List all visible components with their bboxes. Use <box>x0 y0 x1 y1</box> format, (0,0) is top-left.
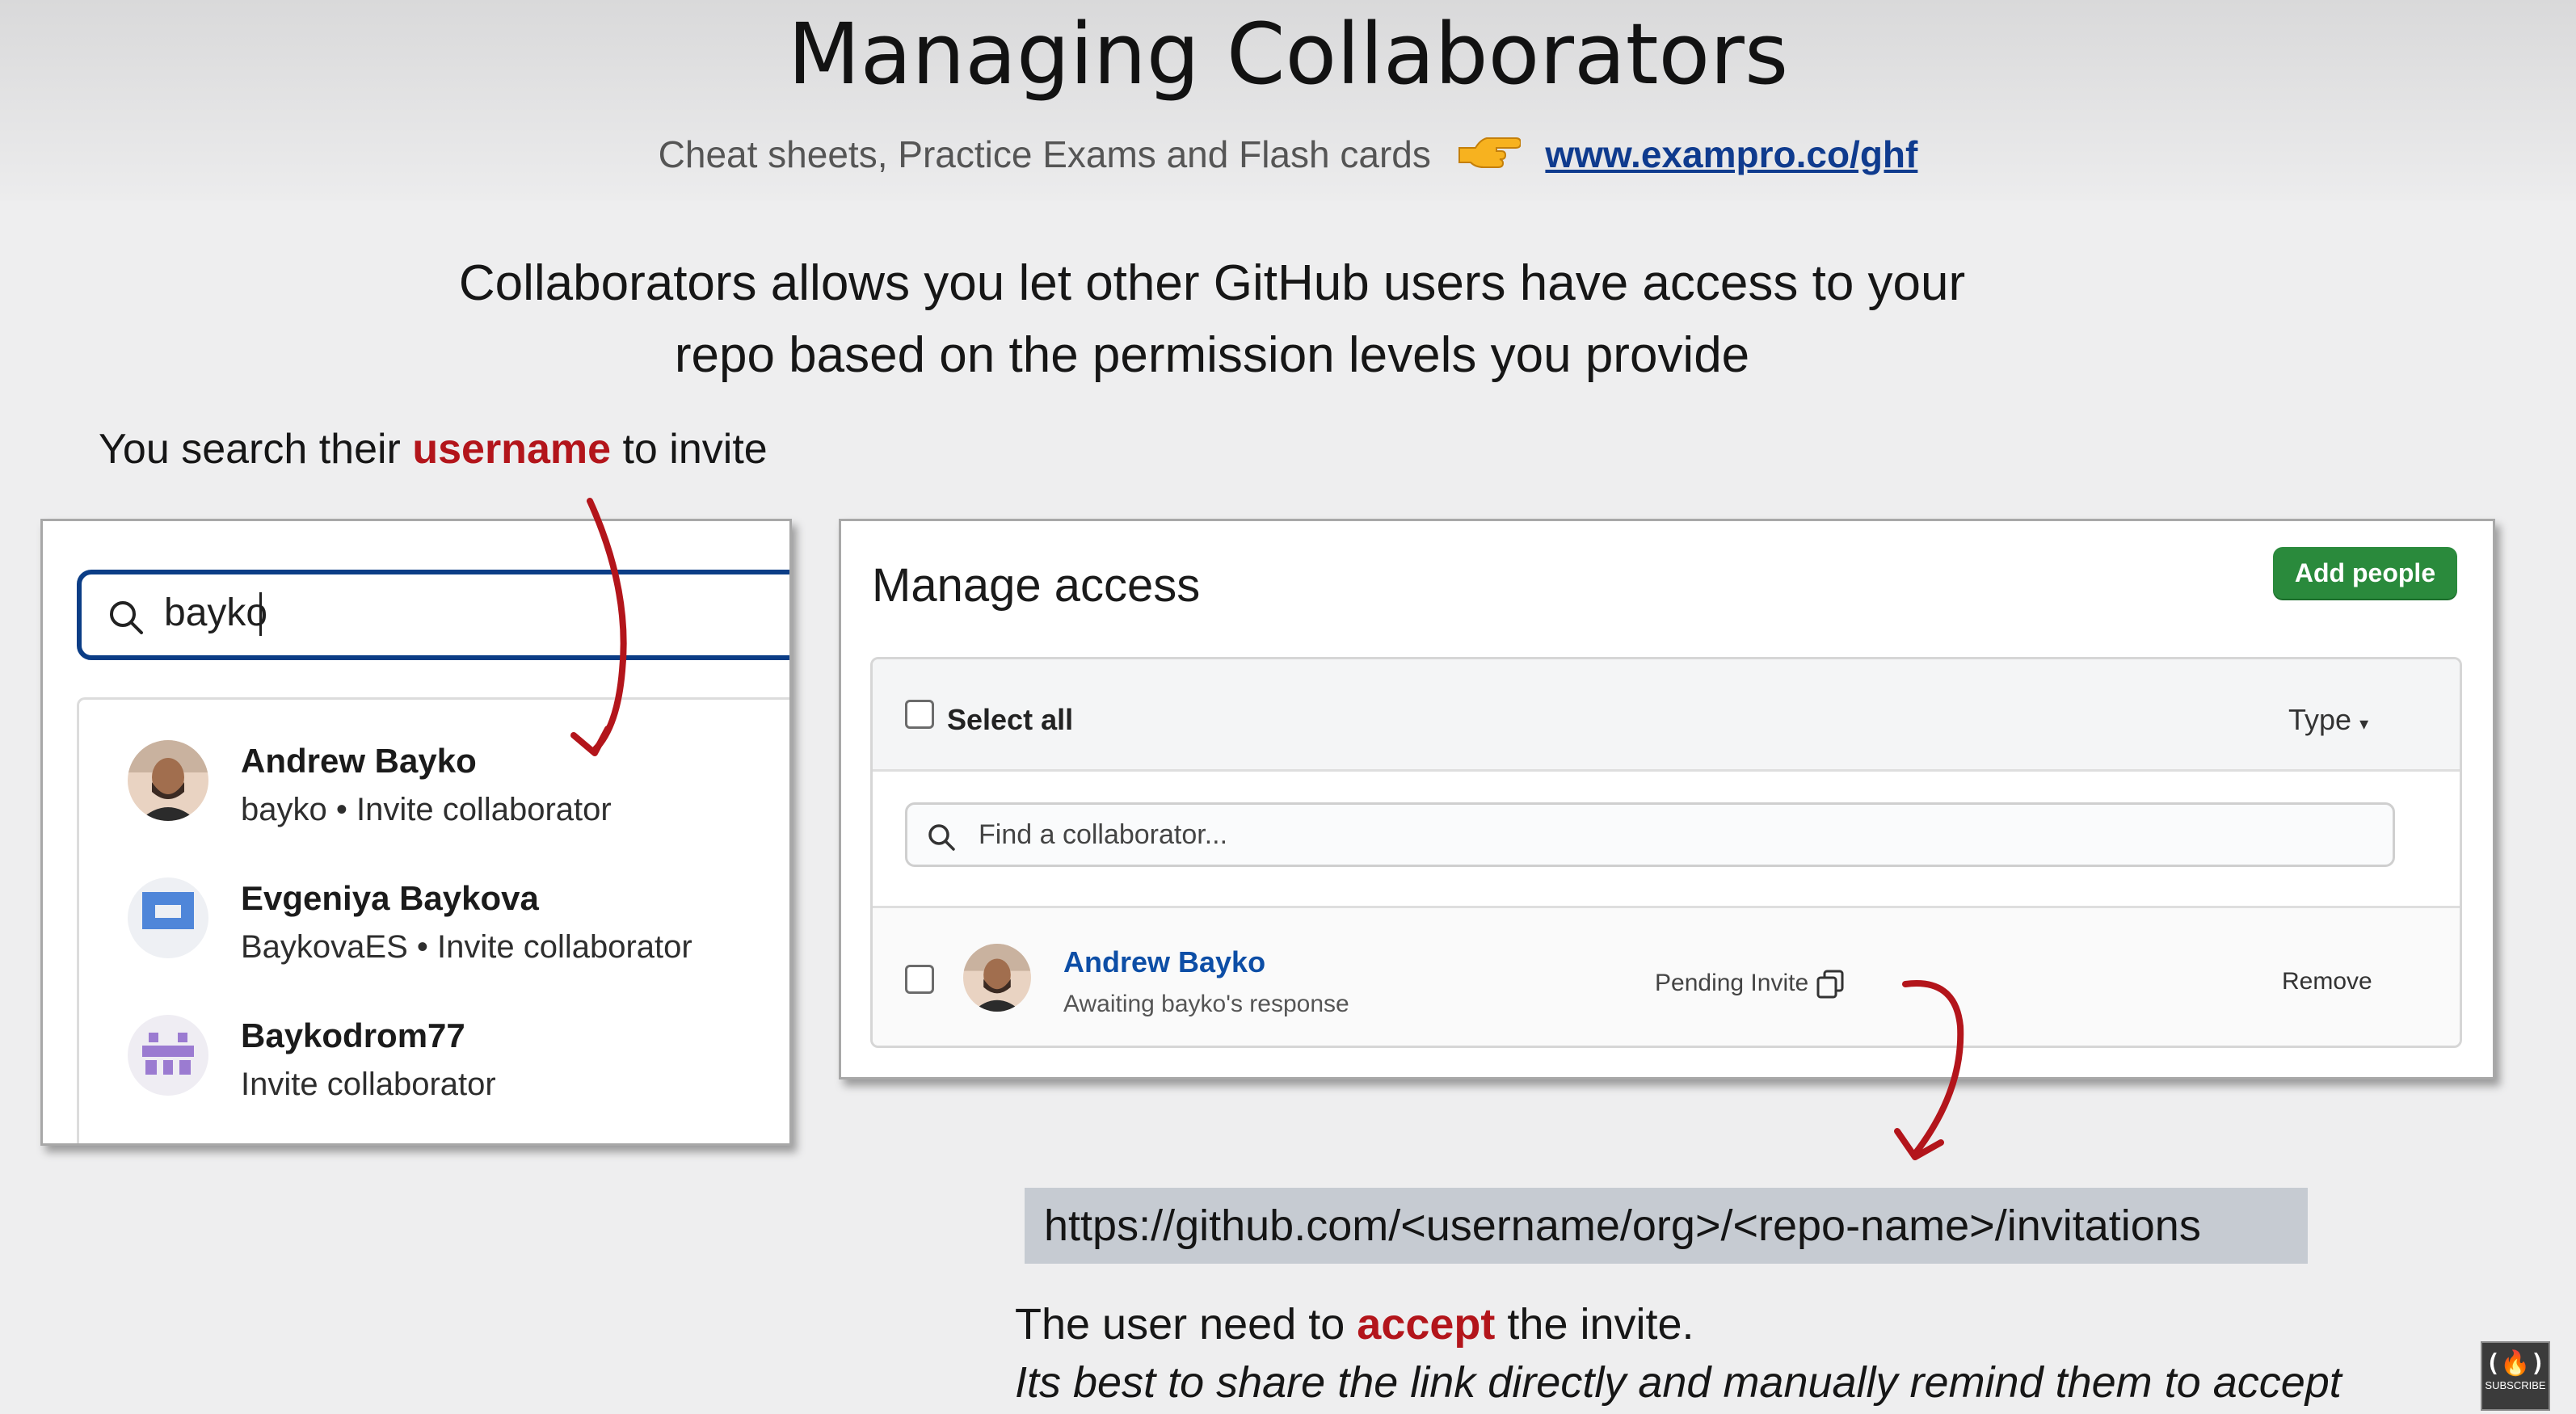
add-people-button[interactable]: Add people <box>2273 547 2457 599</box>
type-filter-label: Type <box>2288 703 2352 736</box>
accept-before: The user need to <box>1015 1300 1345 1349</box>
search-query: bayko <box>164 591 268 634</box>
result-subtext: BaykovaES • Invite collaborator <box>241 929 692 965</box>
lead-text: Collaborators allows you let other GitHu… <box>0 247 2424 391</box>
blue-identicon <box>128 877 208 958</box>
subtitle-link[interactable]: www.exampro.co/ghf <box>1545 133 1917 175</box>
collaborator-avatar <box>963 944 1031 1012</box>
collaborator-status-text: Awaiting bayko's response <box>1063 991 1349 1017</box>
search-caption-before: You search their <box>99 426 401 473</box>
select-all-label: Select all <box>947 703 1074 736</box>
logo-caption: SUBSCRIBE <box>2485 1379 2546 1391</box>
search-icon <box>110 601 143 634</box>
result-name: Baykodrom77 <box>241 1016 465 1054</box>
result-name: Andrew Bayko <box>241 742 477 780</box>
collaborator-name-link[interactable]: Andrew Bayko <box>1063 945 1265 979</box>
accept-after: the invite. <box>1507 1300 1694 1349</box>
collaborator-row: Andrew Bayko Awaiting bayko's response P… <box>873 908 2460 1046</box>
accept-instruction: The user need to accept the invite. <box>1015 1299 1694 1349</box>
find-collaborator-input[interactable]: Find a collaborator... <box>905 802 2395 867</box>
subtitle-line: Cheat sheets, Practice Exams and Flash c… <box>0 133 2576 181</box>
red-arrow-annotation <box>570 498 627 756</box>
find-collaborator-section: Find a collaborator... <box>873 772 2460 908</box>
logo-symbol: (🔥) <box>2486 1349 2545 1378</box>
channel-logo[interactable]: (🔥) SUBSCRIBE <box>2481 1341 2550 1411</box>
search-icon <box>928 824 955 851</box>
text-caret <box>259 592 262 636</box>
result-subtext: Invite collaborator <box>241 1067 496 1102</box>
accept-highlight: accept <box>1357 1300 1496 1349</box>
caret-down-icon: ▾ <box>2359 713 2369 734</box>
purple-identicon <box>128 1015 208 1096</box>
collaborator-table: Select all Type ▾ Find a collaborator... <box>870 657 2462 1048</box>
photo-avatar <box>128 740 208 821</box>
pointing-hand-icon <box>1456 133 1522 181</box>
row-checkbox[interactable] <box>905 965 934 994</box>
copy-icon[interactable] <box>1815 968 1847 1000</box>
search-result-item[interactable]: Andrew Bayko bayko • Invite collaborator <box>79 724 789 853</box>
pending-invite-label: Pending Invite <box>1655 968 1847 1000</box>
invite-url-box: https://github.com/<username/org>/<repo-… <box>1025 1188 2308 1264</box>
manage-access-panel: Manage access Add people Select all Type… <box>839 519 2495 1079</box>
pending-invite-text: Pending Invite <box>1655 969 1809 996</box>
manage-access-title: Manage access <box>872 559 1201 612</box>
search-caption: You search their username to invite <box>99 425 768 473</box>
lead-line-2: repo based on the permission levels you … <box>674 327 1750 383</box>
red-arrow-annotation <box>1894 980 1964 1160</box>
remove-button[interactable]: Remove <box>2282 968 2372 995</box>
user-search-panel: bayko Andrew Bayko bayko • Invite collab… <box>40 519 792 1146</box>
search-caption-after: to invite <box>622 426 768 473</box>
type-filter-dropdown[interactable]: Type ▾ <box>2288 703 2368 737</box>
invite-url: https://github.com/<username/org>/<repo-… <box>1044 1201 2201 1250</box>
table-header: Select all Type ▾ <box>873 659 2460 772</box>
slide-title: Managing Collaborators <box>787 5 1789 103</box>
subtitle-text: Cheat sheets, Practice Exams and Flash c… <box>658 133 1431 175</box>
select-all-checkbox[interactable] <box>905 700 934 729</box>
tip-text: Its best to share the link directly and … <box>1015 1358 2342 1407</box>
find-collaborator-placeholder: Find a collaborator... <box>979 819 1228 850</box>
result-subtext: bayko • Invite collaborator <box>241 792 612 827</box>
search-results-list: Andrew Bayko bayko • Invite collaborator… <box>77 697 789 1143</box>
result-name: Evgeniya Baykova <box>241 879 539 917</box>
search-result-item[interactable]: Baykodrom77 Invite collaborator <box>79 999 789 1128</box>
search-caption-highlight: username <box>412 426 612 473</box>
user-search-input[interactable]: bayko <box>77 570 789 660</box>
lead-line-1: Collaborators allows you let other GitHu… <box>458 255 1966 311</box>
search-result-item[interactable]: Evgeniya Baykova BaykovaES • Invite coll… <box>79 861 789 991</box>
